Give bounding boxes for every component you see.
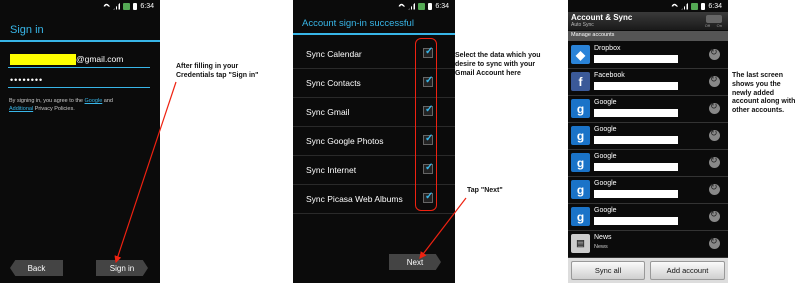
arrow-to-next — [419, 197, 467, 259]
arrow-to-signin — [114, 81, 177, 264]
annotation-arrows — [114, 81, 467, 264]
